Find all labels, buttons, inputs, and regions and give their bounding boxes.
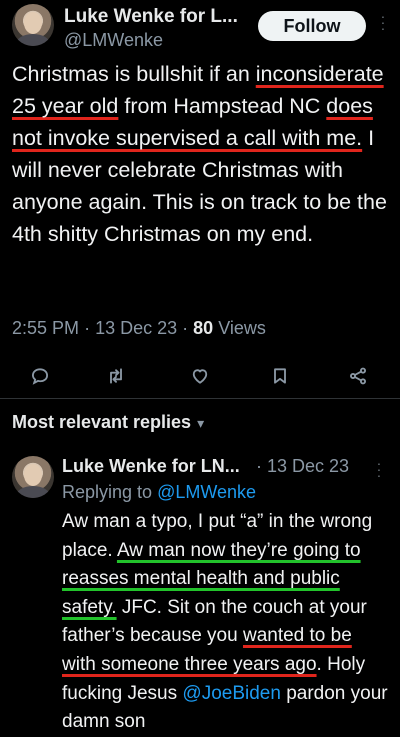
- replies-sort-toggle[interactable]: Most relevant replies ▾: [12, 412, 204, 433]
- views-count: 80: [193, 318, 214, 338]
- follow-button[interactable]: Follow: [258, 11, 366, 41]
- tweet-meta: 2:55 PM · 13 Dec 23 · 80 Views: [12, 318, 266, 339]
- avatar[interactable]: [12, 456, 54, 498]
- meta-separator: ·: [84, 318, 91, 338]
- chevron-down-icon: ▾: [197, 415, 205, 431]
- tweet-text-part: from Hampstead NC: [118, 94, 327, 118]
- replying-to: Replying to @LMWenke: [62, 482, 256, 503]
- bookmark-icon[interactable]: [268, 364, 292, 388]
- replying-prefix: Replying to: [62, 482, 158, 502]
- reply-icon[interactable]: [28, 364, 52, 388]
- author-handle[interactable]: @LMWenke: [64, 30, 163, 51]
- more-options-icon[interactable]: · · ·: [378, 9, 388, 35]
- more-options-icon[interactable]: · · ·: [374, 456, 384, 482]
- replying-handle-link[interactable]: @LMWenke: [157, 482, 256, 502]
- reply-author-name[interactable]: Luke Wenke for LN...: [62, 456, 240, 477]
- mention-link[interactable]: @JoeBiden: [182, 683, 281, 704]
- reply-date: · 13 Dec 23: [256, 456, 350, 476]
- retweet-icon[interactable]: [104, 364, 128, 388]
- tweet-date: 13 Dec 23: [95, 318, 178, 338]
- tweet-text: Christmas is bullshit if an inconsiderat…: [12, 58, 390, 250]
- tweet-header: Luke Wenke for L... @LMWenke Follow · · ·: [0, 0, 400, 56]
- reply-item[interactable]: Luke Wenke for LN... · 13 Dec 23 · · · Rep…: [0, 450, 400, 732]
- tweet-text-part: Christmas is bullshit if an: [12, 62, 256, 86]
- share-icon[interactable]: [346, 364, 370, 388]
- tweet-time: 2:55 PM: [12, 318, 80, 338]
- divider: [0, 398, 400, 399]
- reply-text: Aw man a typo, I put “a” in the wrong pl…: [62, 508, 390, 737]
- avatar[interactable]: [12, 4, 54, 46]
- author-name[interactable]: Luke Wenke for L...: [64, 6, 238, 28]
- meta-separator: ·: [182, 318, 189, 338]
- like-icon[interactable]: [188, 364, 212, 388]
- views-label: Views: [218, 318, 266, 338]
- action-bar: [0, 362, 400, 392]
- replies-header-label: Most relevant replies: [12, 412, 192, 432]
